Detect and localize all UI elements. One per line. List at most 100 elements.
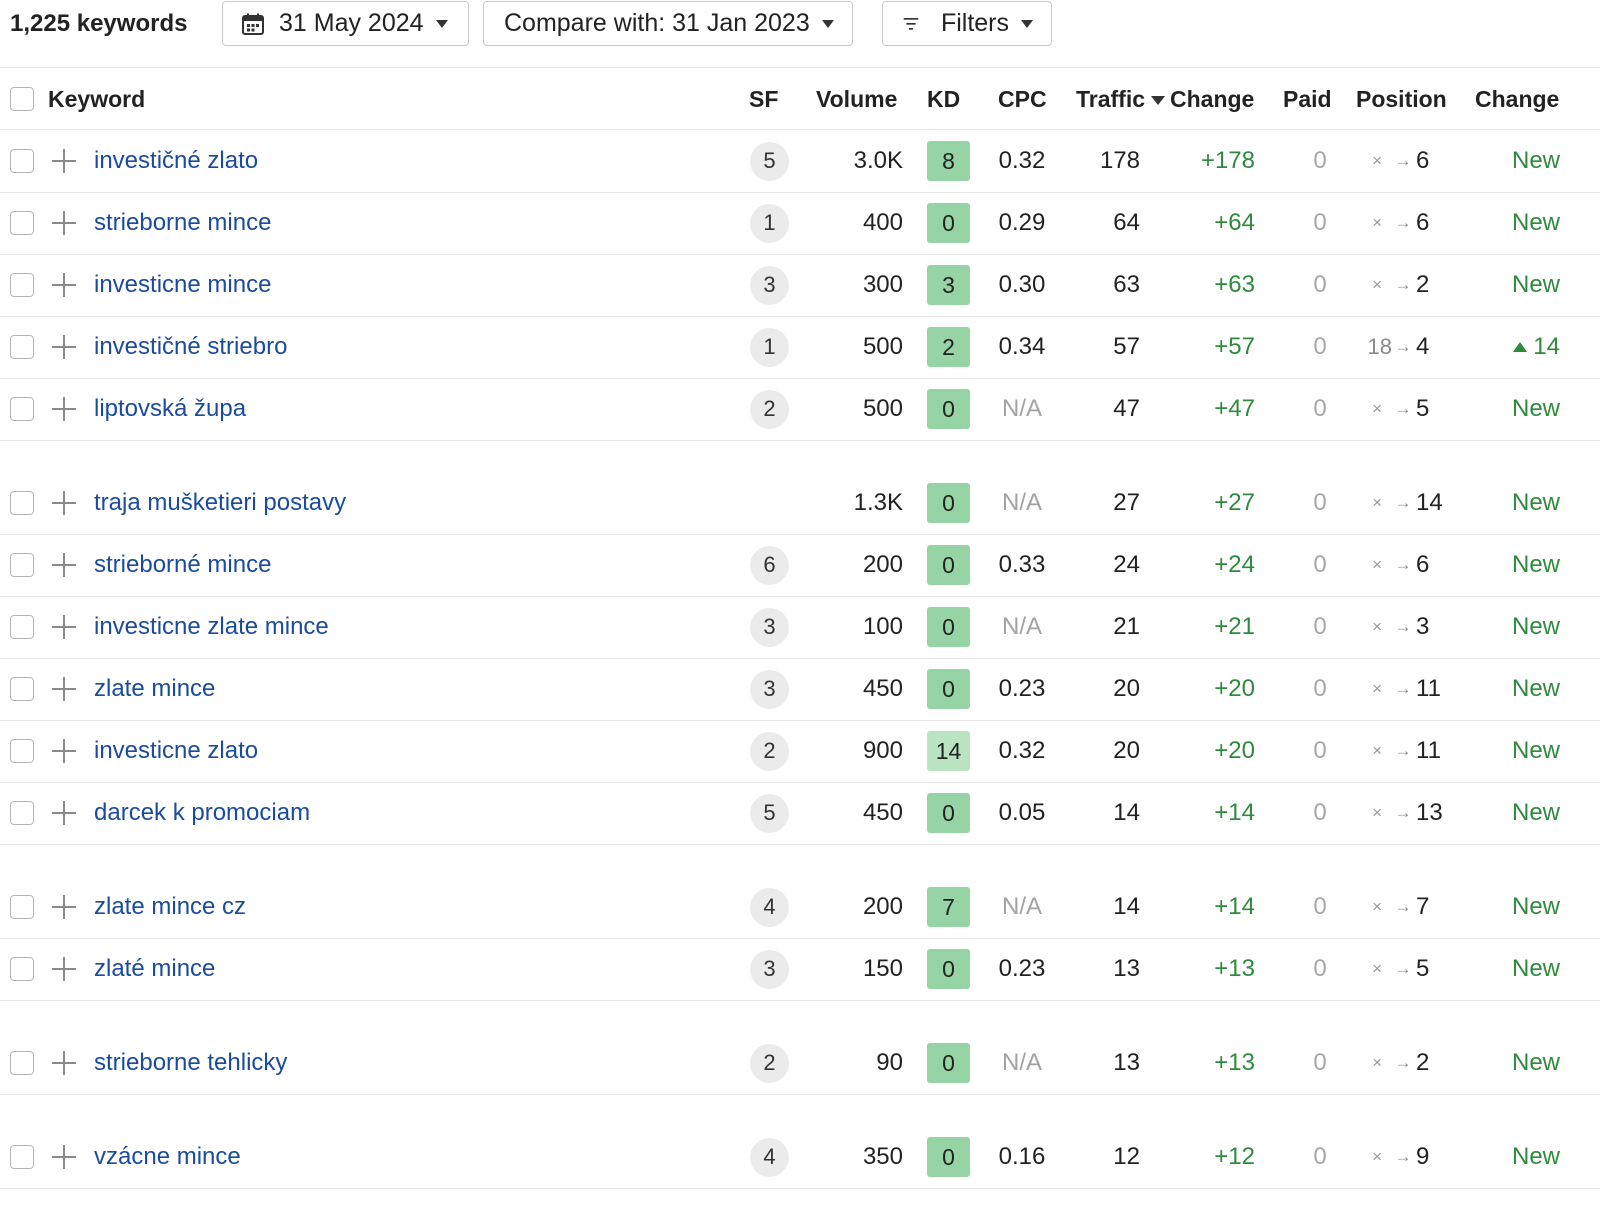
keyword-link[interactable]: zlaté mince bbox=[94, 938, 215, 1000]
plus-icon[interactable] bbox=[52, 615, 76, 639]
plus-icon[interactable] bbox=[52, 1051, 76, 1075]
traffic-cell[interactable]: 13 bbox=[1060, 1032, 1140, 1094]
sf-cell[interactable]: 2 bbox=[750, 378, 789, 440]
plus-icon[interactable] bbox=[52, 273, 76, 297]
traffic-cell[interactable]: 14 bbox=[1060, 782, 1140, 844]
cpc-cell: N/A bbox=[1001, 489, 1042, 516]
compare-date-button[interactable]: Compare with: 31 Jan 2023 bbox=[483, 1, 853, 46]
plus-icon[interactable] bbox=[52, 335, 76, 359]
row-checkbox[interactable] bbox=[10, 273, 34, 297]
traffic-cell[interactable]: 57 bbox=[1060, 316, 1140, 378]
traffic-cell[interactable]: 13 bbox=[1060, 938, 1140, 1000]
row-checkbox[interactable] bbox=[10, 739, 34, 763]
traffic-cell[interactable]: 178 bbox=[1060, 130, 1140, 192]
plus-icon[interactable] bbox=[52, 491, 76, 515]
sf-cell[interactable]: 6 bbox=[750, 534, 789, 596]
row-checkbox[interactable] bbox=[10, 397, 34, 421]
row-checkbox[interactable] bbox=[10, 895, 34, 919]
keyword-link[interactable]: investičné striebro bbox=[94, 316, 287, 378]
traffic-change-cell: +20 bbox=[1214, 737, 1255, 764]
sf-cell[interactable]: 5 bbox=[750, 130, 789, 192]
col-traffic-change[interactable]: Change bbox=[1170, 86, 1254, 113]
col-kd[interactable]: KD bbox=[927, 86, 960, 113]
plus-icon[interactable] bbox=[52, 677, 76, 701]
keyword-link[interactable]: investičné zlato bbox=[94, 130, 258, 192]
select-all-checkbox[interactable] bbox=[10, 87, 34, 111]
keyword-link[interactable]: vzácne mince bbox=[94, 1126, 241, 1188]
plus-icon[interactable] bbox=[52, 149, 76, 173]
keyword-link[interactable]: zlate mince bbox=[94, 658, 215, 720]
row-checkbox[interactable] bbox=[10, 1145, 34, 1169]
date-picker-button[interactable]: 31 May 2024 bbox=[222, 1, 469, 46]
traffic-cell[interactable]: 14 bbox=[1060, 876, 1140, 938]
traffic-cell[interactable]: 63 bbox=[1060, 254, 1140, 316]
sf-cell[interactable]: 2 bbox=[750, 1032, 789, 1094]
traffic-cell[interactable]: 27 bbox=[1060, 472, 1140, 534]
traffic-cell[interactable]: 47 bbox=[1060, 378, 1140, 440]
row-checkbox[interactable] bbox=[10, 957, 34, 981]
sf-cell[interactable]: 3 bbox=[750, 596, 789, 658]
col-sf[interactable]: SF bbox=[749, 86, 778, 113]
row-checkbox[interactable] bbox=[10, 149, 34, 173]
col-position[interactable]: Position bbox=[1356, 86, 1447, 113]
filters-button[interactable]: Filters bbox=[882, 1, 1052, 46]
sf-badge: 3 bbox=[750, 265, 789, 305]
sf-cell[interactable]: 3 bbox=[750, 254, 789, 316]
position-change-value: New bbox=[1511, 799, 1560, 826]
row-checkbox[interactable] bbox=[10, 335, 34, 359]
sf-cell[interactable]: 2 bbox=[750, 720, 789, 782]
plus-icon[interactable] bbox=[52, 801, 76, 825]
plus-icon[interactable] bbox=[52, 895, 76, 919]
plus-icon[interactable] bbox=[52, 1145, 76, 1169]
col-keyword[interactable]: Keyword bbox=[48, 86, 145, 113]
volume-cell: 90 bbox=[876, 1049, 903, 1076]
col-volume[interactable]: Volume bbox=[816, 86, 897, 113]
traffic-cell[interactable]: 24 bbox=[1060, 534, 1140, 596]
plus-icon[interactable] bbox=[52, 553, 76, 577]
sf-cell[interactable]: 1 bbox=[750, 192, 789, 254]
traffic-cell[interactable]: 20 bbox=[1060, 658, 1140, 720]
plus-icon[interactable] bbox=[52, 957, 76, 981]
row-checkbox[interactable] bbox=[10, 615, 34, 639]
sf-cell[interactable]: 3 bbox=[750, 658, 789, 720]
keyword-link[interactable]: zlate mince cz bbox=[94, 876, 246, 938]
col-traffic[interactable]: Traffic bbox=[1076, 86, 1166, 113]
kd-badge: 0 bbox=[927, 545, 970, 585]
row-checkbox[interactable] bbox=[10, 801, 34, 825]
keyword-link[interactable]: investicne zlate mince bbox=[94, 596, 329, 658]
keyword-link[interactable]: investicne zlato bbox=[94, 720, 258, 782]
table-row: vzácne mince 4 350 0 0.16 12 +12 0 × → 9 New bbox=[0, 1126, 1600, 1188]
sf-cell[interactable]: 5 bbox=[750, 782, 789, 844]
chevron-down-icon bbox=[1021, 19, 1033, 28]
col-cpc[interactable]: CPC bbox=[998, 86, 1047, 113]
plus-icon[interactable] bbox=[52, 211, 76, 235]
traffic-cell[interactable]: 64 bbox=[1060, 192, 1140, 254]
col-position-change[interactable]: Change bbox=[1475, 86, 1559, 113]
sf-cell[interactable]: 4 bbox=[750, 876, 789, 938]
keyword-link[interactable]: liptovská župa bbox=[94, 378, 246, 440]
sf-cell[interactable]: 4 bbox=[750, 1126, 789, 1188]
paid-cell: 0 bbox=[1313, 799, 1327, 826]
row-checkbox[interactable] bbox=[10, 1051, 34, 1075]
keyword-link[interactable]: investicne mince bbox=[94, 254, 271, 316]
row-checkbox[interactable] bbox=[10, 553, 34, 577]
volume-cell: 500 bbox=[862, 395, 903, 422]
col-paid[interactable]: Paid bbox=[1283, 86, 1332, 113]
keyword-link[interactable]: strieborné mince bbox=[94, 534, 271, 596]
position-from: × bbox=[1372, 399, 1382, 418]
cpc-cell: N/A bbox=[1001, 1049, 1042, 1076]
row-checkbox[interactable] bbox=[10, 677, 34, 701]
keyword-link[interactable]: strieborne tehlicky bbox=[94, 1032, 287, 1094]
row-checkbox[interactable] bbox=[10, 491, 34, 515]
traffic-cell[interactable]: 21 bbox=[1060, 596, 1140, 658]
row-checkbox[interactable] bbox=[10, 211, 34, 235]
plus-icon[interactable] bbox=[52, 739, 76, 763]
keyword-link[interactable]: darcek k promociam bbox=[94, 782, 310, 844]
plus-icon[interactable] bbox=[52, 397, 76, 421]
keyword-link[interactable]: strieborne mince bbox=[94, 192, 271, 254]
sf-cell[interactable]: 3 bbox=[750, 938, 789, 1000]
keyword-link[interactable]: traja mušketieri postavy bbox=[94, 472, 346, 534]
traffic-cell[interactable]: 20 bbox=[1060, 720, 1140, 782]
traffic-cell[interactable]: 12 bbox=[1060, 1126, 1140, 1188]
sf-cell[interactable]: 1 bbox=[750, 316, 789, 378]
